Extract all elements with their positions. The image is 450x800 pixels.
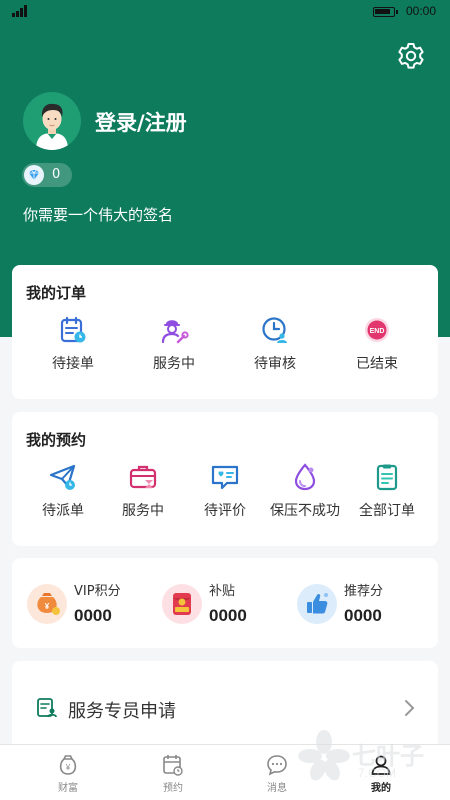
chevron-right-icon xyxy=(405,700,415,716)
tab-wealth[interactable]: ¥ 财富 xyxy=(38,753,98,794)
appt-pending-rating[interactable]: 待评价 xyxy=(195,462,255,520)
signal-icon xyxy=(12,5,30,17)
svg-text:END: END xyxy=(370,328,385,335)
tab-wealth-label: 财富 xyxy=(58,783,78,794)
calendar-icon xyxy=(163,755,183,776)
order-calendar-icon xyxy=(60,316,86,343)
watermark-subtext: 7.COM xyxy=(358,766,397,780)
order-in-service[interactable]: 服务中 xyxy=(144,315,204,373)
order-pending-accept-label: 待接单 xyxy=(52,356,94,372)
order-ended-label: 已结束 xyxy=(356,356,398,372)
order-ended[interactable]: END 已结束 xyxy=(347,315,407,373)
briefcase-hourglass-icon xyxy=(129,465,157,489)
application-form-icon xyxy=(37,698,57,718)
appt-all-orders-label: 全部订单 xyxy=(359,503,415,519)
appt-pending-rating-label: 待评价 xyxy=(204,503,246,519)
end-badge-icon: END xyxy=(365,318,389,342)
drop-icon xyxy=(294,463,316,491)
wealth-icon: ¥ xyxy=(59,755,77,775)
paper-plane-icon xyxy=(49,464,76,490)
appt-pressure-failed-label: 保压不成功 xyxy=(270,503,340,519)
status-bar: 00:00 xyxy=(0,0,450,24)
tab-appointment[interactable]: 预约 xyxy=(143,753,203,794)
battery-icon xyxy=(373,7,398,17)
order-pending-review-label: 待审核 xyxy=(254,356,296,372)
thumbs-up-icon xyxy=(297,584,337,624)
tab-appointment-label: 预约 xyxy=(163,783,183,794)
orders-title: 我的订单 xyxy=(26,284,87,302)
signature-text[interactable]: 你需要一个伟大的签名 xyxy=(23,204,173,225)
avatar[interactable] xyxy=(23,92,81,150)
appt-in-service-label: 服务中 xyxy=(122,503,164,519)
leaf-logo-icon xyxy=(298,730,350,781)
diamond-icon xyxy=(24,165,44,185)
appt-all-orders[interactable]: 全部订单 xyxy=(357,462,417,520)
login-register-link[interactable]: 登录/注册 xyxy=(95,107,187,137)
svg-text:¥: ¥ xyxy=(65,763,71,772)
clock-person-icon xyxy=(262,317,287,343)
svg-text:¥: ¥ xyxy=(45,602,50,611)
red-packet-icon xyxy=(162,584,202,624)
order-pending-accept[interactable]: 待接单 xyxy=(43,315,103,373)
subsidy-value: 0000 xyxy=(209,606,247,625)
settings-gear-icon[interactable] xyxy=(396,41,426,71)
referral-points-value: 0000 xyxy=(344,606,382,625)
order-pending-review[interactable]: 待审核 xyxy=(245,315,305,373)
appt-pending-dispatch[interactable]: 待派单 xyxy=(33,462,93,520)
review-chat-icon xyxy=(211,465,239,490)
subsidy-label: 补贴 xyxy=(209,584,236,599)
vip-points-label: VIP积分 xyxy=(74,584,121,599)
vip-points-value: 0000 xyxy=(74,606,112,625)
gem-balance-badge[interactable]: 0 xyxy=(22,163,72,187)
worker-wrench-icon xyxy=(161,320,189,344)
site-watermark: 七叶子 7.COM xyxy=(296,728,446,788)
status-time: 00:00 xyxy=(406,4,437,18)
gem-count: 0 xyxy=(52,167,61,182)
appointments-title: 我的预约 xyxy=(26,431,87,449)
points-card: ¥ VIP积分 0000 补贴 0000 推荐分 0000 xyxy=(12,558,438,648)
service-specialist-label: 服务专员申请 xyxy=(68,701,176,722)
document-list-icon xyxy=(376,464,398,491)
appt-pressure-failed[interactable]: 保压不成功 xyxy=(269,462,341,520)
order-in-service-label: 服务中 xyxy=(153,356,195,372)
my-orders-card: 我的订单 待接单 服务中 待审核 END 已结束 xyxy=(12,265,438,399)
money-bag-icon: ¥ xyxy=(27,584,67,624)
appt-in-service[interactable]: 服务中 xyxy=(113,462,173,520)
appt-pending-dispatch-label: 待派单 xyxy=(42,503,84,519)
my-appointments-card: 我的预约 待派单 服务中 待评价 保压不成功 全部订单 xyxy=(12,412,438,546)
message-icon xyxy=(267,755,287,776)
referral-points-label: 推荐分 xyxy=(344,584,384,599)
